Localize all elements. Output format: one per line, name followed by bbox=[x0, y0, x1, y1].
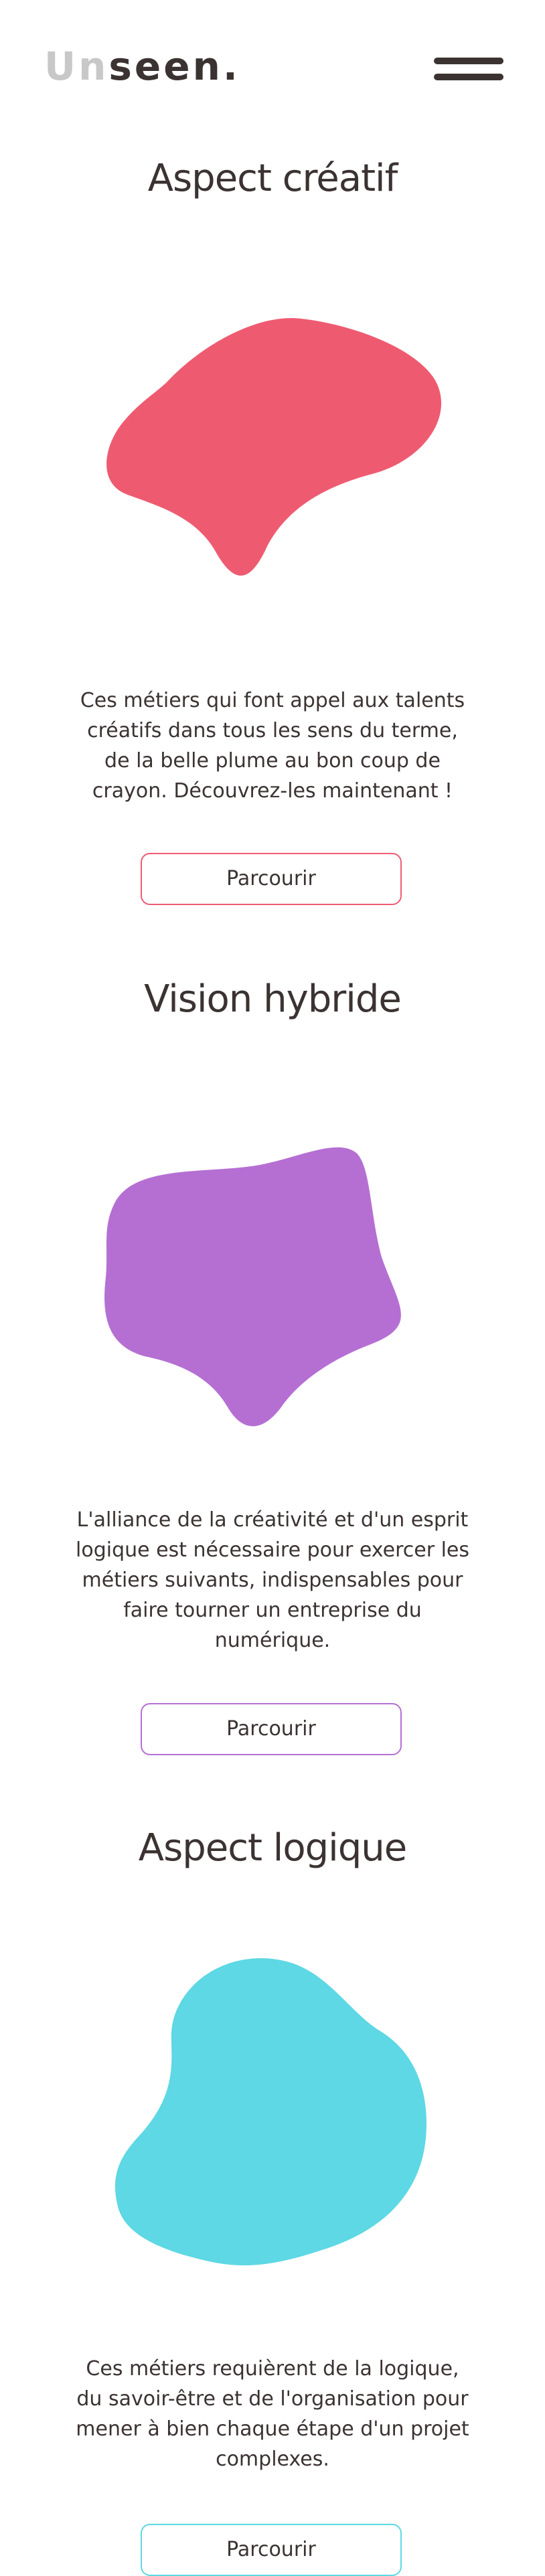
blob-path-logique bbox=[114, 1958, 426, 2265]
blob-shape-logique bbox=[114, 1958, 426, 2265]
section-title-logique: Aspect logique bbox=[138, 1826, 407, 1870]
section-description-logique: Ces métiers requièrent de la logique, du… bbox=[76, 2357, 469, 2471]
parcourir-button-logique[interactable]: Parcourir bbox=[141, 2524, 402, 2576]
section-aspect-logique: Aspect logique Ces métiers requièrent de… bbox=[0, 0, 545, 2576]
